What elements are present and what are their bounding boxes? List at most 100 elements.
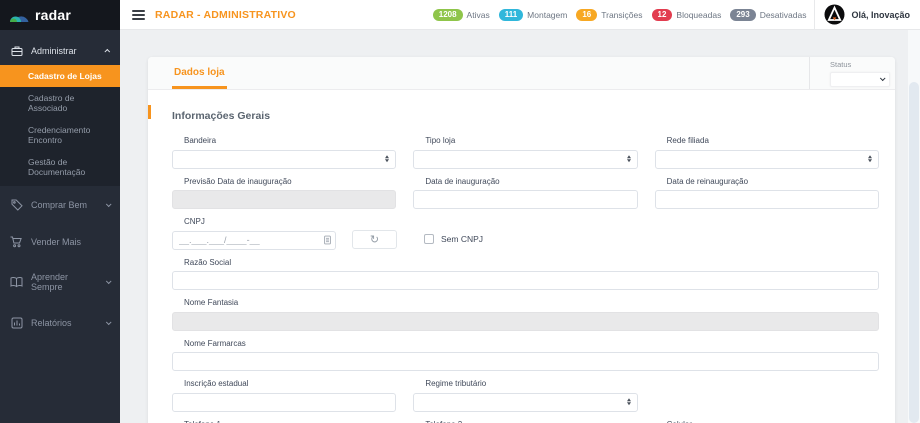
sidebar-item-label: Relatórios xyxy=(31,317,72,328)
sidebar-item-relatorios[interactable]: Relatórios xyxy=(0,304,120,341)
dados-loja-card: Dados loja Status Informações Gerais Ban… xyxy=(148,57,895,423)
badge-count: 12 xyxy=(651,8,673,21)
hamburger-menu-icon[interactable] xyxy=(132,9,145,20)
field-label: Tipo loja xyxy=(425,136,456,145)
status-select[interactable] xyxy=(830,71,890,87)
field-label: Telefone 1 xyxy=(184,420,396,423)
rede-filiada-select[interactable] xyxy=(654,149,879,169)
chevron-down-icon xyxy=(105,200,112,207)
bar-chart-icon xyxy=(10,316,23,329)
scrollbar-thumb[interactable] xyxy=(909,82,919,423)
section-title: Informações Gerais xyxy=(172,110,271,122)
user-menu[interactable]: Olá, Inovação xyxy=(814,0,910,30)
status-label: Status xyxy=(830,59,852,69)
briefcase-icon xyxy=(10,44,23,57)
topbar: RADAR - ADMINISTRATIVO 1208 Ativas 111 M… xyxy=(120,0,920,30)
sidebar-item-label: Aprender Sempre xyxy=(31,272,69,292)
badge-desativadas[interactable]: 293 Desativadas xyxy=(730,8,807,21)
badge-count: 111 xyxy=(498,8,524,21)
sidebar-group-administrar[interactable]: Administrar xyxy=(0,35,120,65)
book-icon xyxy=(10,276,23,289)
badge-ativas[interactable]: 1208 Ativas xyxy=(432,8,490,21)
sidebar: radar Administrar Cadastro de Lojas Cada… xyxy=(0,0,120,423)
card-header: Dados loja Status xyxy=(148,57,895,90)
sidebar-item-label: Vender Mais xyxy=(31,236,82,247)
badge-count: 16 xyxy=(576,8,598,21)
main-content: Dados loja Status Informações Gerais Ban… xyxy=(120,30,920,423)
sidebar-item-gestao-de-documentacao[interactable]: Gestão de Documentação xyxy=(0,151,120,183)
data-inauguracao-input[interactable] xyxy=(413,190,638,209)
field-label: Regime tributário xyxy=(425,379,487,388)
field-label: CNPJ xyxy=(184,217,205,226)
sidebar-submenu-administrar: Cadastro de Lojas Cadastro de Associado … xyxy=(0,65,120,186)
field-label: Data de reinauguração xyxy=(666,176,749,186)
tab-label: Dados loja xyxy=(174,67,225,78)
field-label: Nome Farmarcas xyxy=(184,338,246,348)
sidebar-item-label: Comprar Bem xyxy=(31,199,88,210)
chevron-down-icon xyxy=(105,278,112,285)
data-reinauguracao-input[interactable] xyxy=(654,190,879,209)
sidebar-item-label: Cadastro de Associado xyxy=(28,93,75,113)
badge-count: 1208 xyxy=(432,8,463,21)
user-greeting: Olá, Inovação xyxy=(851,9,910,20)
sidebar-item-vender-mais[interactable]: Vender Mais xyxy=(0,223,120,260)
refresh-cnpj-button[interactable]: ↻ xyxy=(352,230,397,249)
tag-icon xyxy=(10,198,23,211)
sidebar-item-cadastro-de-associado[interactable]: Cadastro de Associado xyxy=(0,87,120,119)
field-label: Nome Fantasia xyxy=(184,298,239,307)
sidebar-group-label: Administrar xyxy=(31,45,77,56)
previsao-data-inauguracao-input xyxy=(172,190,397,209)
page-title: RADAR - ADMINISTRATIVO xyxy=(155,8,296,21)
field-label: Rede filiada xyxy=(666,136,709,145)
chevron-down-icon xyxy=(105,318,112,325)
regime-tributario-select[interactable] xyxy=(413,392,638,412)
section-accent-marker xyxy=(148,105,151,119)
app-logo: radar xyxy=(0,0,120,30)
bandeira-select[interactable] xyxy=(172,149,397,169)
sidebar-item-comprar-bem[interactable]: Comprar Bem xyxy=(0,186,120,223)
field-label: Razão Social xyxy=(184,257,232,267)
tab-dados-loja[interactable]: Dados loja xyxy=(172,57,227,89)
field-label: Inscrição estadual xyxy=(184,379,249,388)
field-label: Celular xyxy=(667,420,879,423)
avatar xyxy=(824,4,845,25)
badge-label: Montagem xyxy=(527,9,568,20)
sidebar-item-credenciamento-encontro[interactable]: Credenciamento Encontro xyxy=(0,119,120,151)
refresh-icon: ↻ xyxy=(369,234,380,246)
scrollbar-track xyxy=(908,30,920,423)
section-header: Informações Gerais xyxy=(148,105,879,124)
inscricao-estadual-input[interactable] xyxy=(172,392,397,412)
badge-label: Bloqueadas xyxy=(676,9,722,20)
status-badges: 1208 Ativas 111 Montagem 16 Transições 1… xyxy=(432,8,807,21)
cart-icon xyxy=(10,235,23,248)
sem-cnpj-label: Sem CNPJ xyxy=(441,234,484,244)
sidebar-item-cadastro-de-lojas[interactable]: Cadastro de Lojas xyxy=(0,65,120,87)
sidebar-item-aprender-sempre[interactable]: Aprender Sempre xyxy=(0,260,120,304)
nome-fantasia-input xyxy=(172,311,879,331)
tipo-loja-select[interactable] xyxy=(413,149,638,169)
chevron-down-icon xyxy=(879,75,886,82)
radar-logo-icon xyxy=(9,8,29,23)
document-icon xyxy=(324,235,331,245)
field-label: Bandeira xyxy=(184,136,217,145)
sidebar-item-label: Gestão de Documentação xyxy=(28,157,86,177)
sem-cnpj-checkbox-group[interactable]: Sem CNPJ xyxy=(424,234,483,244)
badge-label: Desativadas xyxy=(759,9,807,20)
chevron-up-icon xyxy=(104,48,111,55)
badge-label: Ativas xyxy=(466,9,490,20)
badge-bloqueadas[interactable]: 12 Bloqueadas xyxy=(651,8,722,21)
badge-count: 293 xyxy=(730,8,756,21)
nome-farmarcas-input[interactable] xyxy=(172,352,879,371)
app-logo-text: radar xyxy=(35,7,72,23)
status-filter: Status xyxy=(809,57,895,89)
cnpj-input[interactable] xyxy=(172,230,336,250)
badge-montagem[interactable]: 111 Montagem xyxy=(498,8,568,21)
razao-social-input[interactable] xyxy=(172,271,879,290)
sidebar-item-label: Cadastro de Lojas xyxy=(28,71,102,81)
field-label: Previsão Data de inauguração xyxy=(184,176,292,186)
field-label: Data de inauguração xyxy=(425,176,500,186)
badge-label: Transições xyxy=(601,9,643,20)
badge-transicoes[interactable]: 16 Transições xyxy=(576,8,643,21)
sem-cnpj-checkbox[interactable] xyxy=(424,234,434,244)
sidebar-item-label: Credenciamento Encontro xyxy=(28,125,91,145)
